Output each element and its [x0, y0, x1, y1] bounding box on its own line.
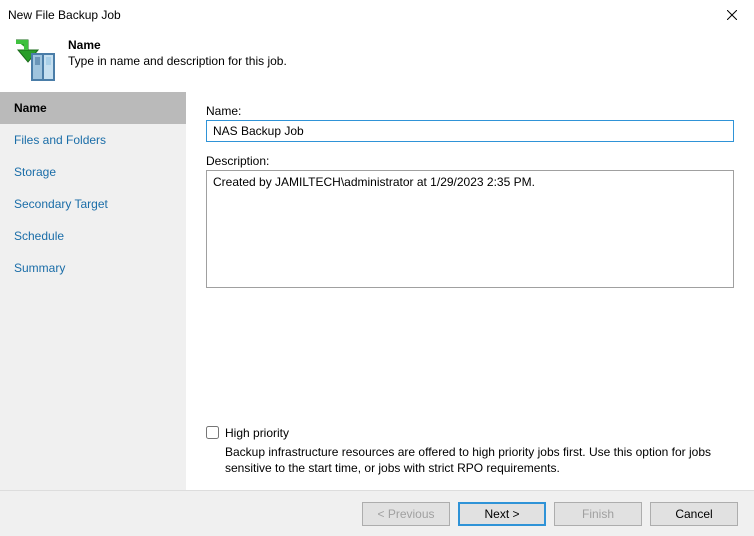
main-content: Name Files and Folders Storage Secondary…	[0, 92, 754, 490]
next-button[interactable]: Next >	[458, 502, 546, 526]
titlebar: New File Backup Job	[0, 0, 754, 30]
description-label: Description:	[206, 154, 734, 168]
cancel-button[interactable]: Cancel	[650, 502, 738, 526]
sidebar-item-secondary-target[interactable]: Secondary Target	[0, 188, 186, 220]
wizard-sidebar: Name Files and Folders Storage Secondary…	[0, 92, 186, 490]
content-area: Name: Description: High priority Backup …	[186, 92, 754, 490]
finish-button: Finish	[554, 502, 642, 526]
window-title: New File Backup Job	[8, 8, 121, 22]
description-field-group: Description:	[206, 154, 734, 291]
button-bar: < Previous Next > Finish Cancel	[0, 490, 754, 536]
close-button[interactable]	[710, 0, 754, 30]
wizard-header-text: Name Type in name and description for th…	[68, 34, 287, 68]
wizard-title: Name	[68, 38, 287, 52]
previous-button: < Previous	[362, 502, 450, 526]
sidebar-item-summary[interactable]: Summary	[0, 252, 186, 284]
wizard-header: Name Type in name and description for th…	[0, 30, 754, 92]
sidebar-item-schedule[interactable]: Schedule	[0, 220, 186, 252]
high-priority-checkbox[interactable]	[206, 426, 219, 439]
name-field-group: Name:	[206, 104, 734, 142]
high-priority-label: High priority	[225, 426, 289, 440]
description-input[interactable]	[206, 170, 734, 288]
wizard-icon	[10, 34, 58, 82]
sidebar-item-name[interactable]: Name	[0, 92, 186, 124]
name-label: Name:	[206, 104, 734, 118]
high-priority-description: Backup infrastructure resources are offe…	[225, 444, 734, 476]
priority-section: High priority Backup infrastructure reso…	[206, 426, 734, 480]
sidebar-item-files[interactable]: Files and Folders	[0, 124, 186, 156]
wizard-subtitle: Type in name and description for this jo…	[68, 54, 287, 68]
sidebar-item-storage[interactable]: Storage	[0, 156, 186, 188]
close-icon	[727, 10, 737, 20]
name-input[interactable]	[206, 120, 734, 142]
